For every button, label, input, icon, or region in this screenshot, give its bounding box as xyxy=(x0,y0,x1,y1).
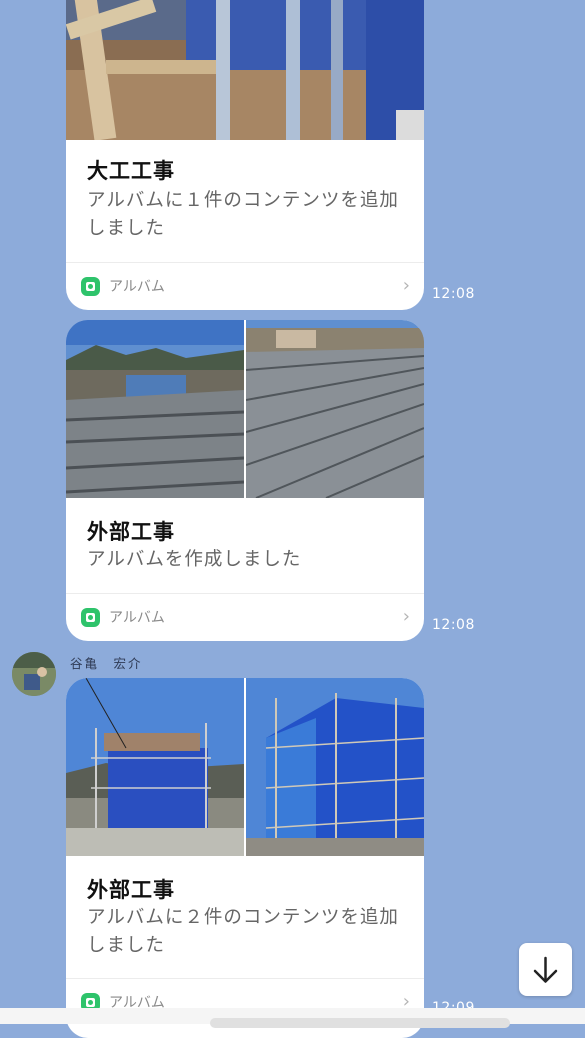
card-footer[interactable]: アルバム › xyxy=(66,262,424,310)
scroll-to-bottom-button[interactable] xyxy=(519,943,572,996)
card-title: 外部工事 xyxy=(87,878,175,902)
album-message-card-2[interactable]: 外部工事 アルバムを作成しました アルバム › xyxy=(66,320,424,641)
construction-interior-photo[interactable] xyxy=(66,0,424,140)
roof-photo-2[interactable] xyxy=(246,320,424,498)
card-footer[interactable]: アルバム › xyxy=(66,593,424,641)
album-label: アルバム xyxy=(109,610,165,626)
card-description: アルバムを作成しました xyxy=(87,549,302,570)
roof-photo-1[interactable] xyxy=(66,320,244,498)
album-icon xyxy=(81,277,100,296)
message-time: 12:08 xyxy=(432,286,475,302)
chevron-right-icon: › xyxy=(402,606,410,627)
card-description: アルバムに２件のコンテンツを追加しました xyxy=(87,907,399,956)
chevron-right-icon: › xyxy=(402,275,410,296)
scaffold-photo-1[interactable] xyxy=(66,678,244,856)
card-description: アルバムに１件のコンテンツを追加しました xyxy=(87,190,399,239)
arrow-down-icon xyxy=(533,956,558,983)
card-title: 大工工事 xyxy=(87,159,175,183)
album-label: アルバム xyxy=(109,279,165,295)
message-time: 12:08 xyxy=(432,617,475,633)
avatar[interactable] xyxy=(12,652,56,696)
sender-name: 谷亀 宏介 xyxy=(70,656,143,671)
album-message-card-3[interactable]: 外部工事 アルバムに２件のコンテンツを追加しました アルバム › xyxy=(66,678,424,1038)
card-title: 外部工事 xyxy=(87,520,175,544)
album-message-card-1[interactable]: 大工工事 アルバムに１件のコンテンツを追加しました アルバム › xyxy=(66,0,424,310)
scaffold-photo-2[interactable] xyxy=(246,678,424,856)
message-input[interactable] xyxy=(210,1018,510,1028)
album-icon xyxy=(81,608,100,627)
